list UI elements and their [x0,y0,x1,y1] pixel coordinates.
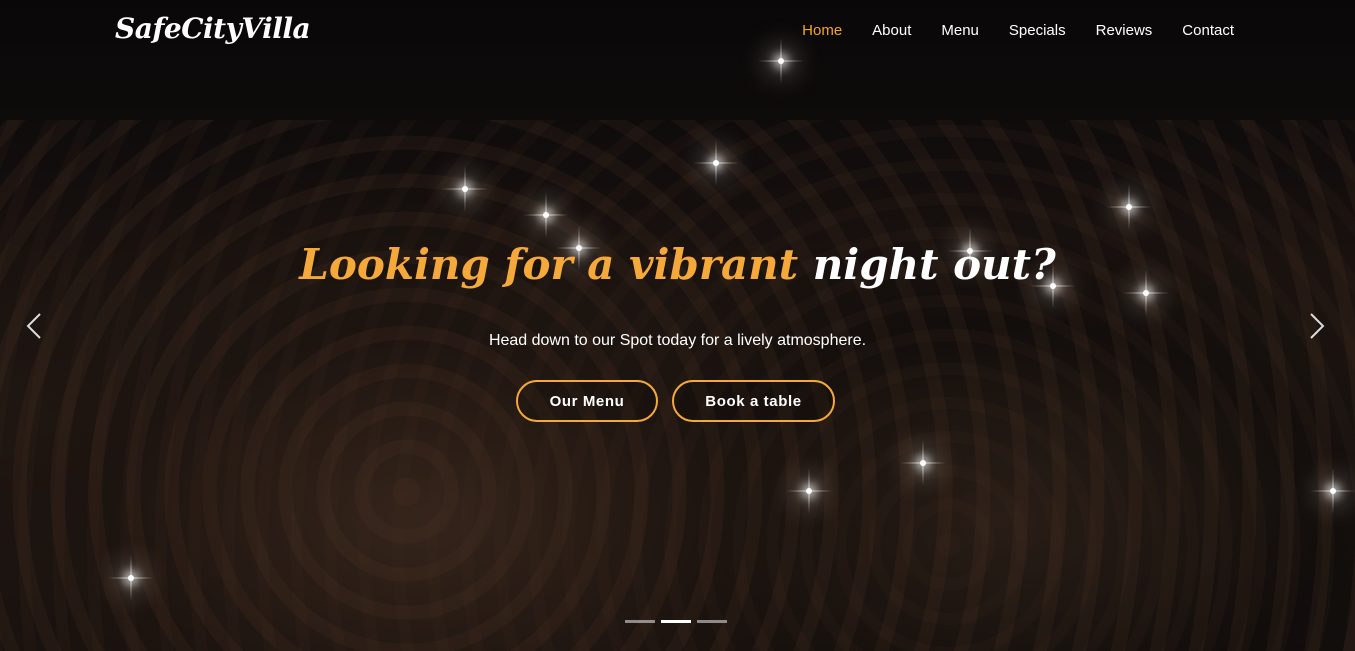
carousel-indicators [625,620,727,623]
nav-item-specials[interactable]: Specials [1009,22,1066,39]
phone-light [920,460,926,466]
nav-item-about[interactable]: About [872,22,911,39]
carousel-prev-button[interactable] [24,312,44,340]
phone-light [543,212,549,218]
headline-plain: night out? [812,240,1056,289]
phone-light [1143,290,1149,296]
phone-light [1330,488,1336,494]
phone-light [806,488,812,494]
nav-item-reviews[interactable]: Reviews [1096,22,1153,39]
carousel-indicator[interactable] [697,620,727,623]
carousel-indicator[interactable] [625,620,655,623]
hero-subtitle: Head down to our Spot today for a lively… [488,332,867,349]
carousel-indicator-active[interactable] [661,620,691,623]
site-header: SafeCityVilla Home About Menu Specials R… [0,0,1355,64]
headline-accent: Looking for a vibrant [299,240,799,289]
our-menu-button[interactable]: Our Menu [516,380,658,422]
chevron-right-icon [1310,313,1325,339]
phone-light [462,186,468,192]
phone-light [128,575,134,581]
nav-item-home[interactable]: Home [802,22,842,39]
phone-light [1126,204,1132,210]
carousel-next-button[interactable] [1307,312,1327,340]
main-nav: Home About Menu Specials Reviews Contact [772,22,1234,39]
chevron-left-icon [26,313,41,339]
site-logo[interactable]: SafeCityVilla [115,12,311,45]
book-table-button[interactable]: Book a table [672,380,835,422]
phone-light [713,160,719,166]
hero-overlay [0,0,1355,651]
nav-item-menu[interactable]: Menu [941,22,979,39]
hero-carousel [0,0,1355,651]
nav-item-contact[interactable]: Contact [1182,22,1234,39]
hero-buttons: Our Menu Book a table [516,380,835,422]
hero-headline: Looking for a vibrant night out? [0,240,1355,289]
